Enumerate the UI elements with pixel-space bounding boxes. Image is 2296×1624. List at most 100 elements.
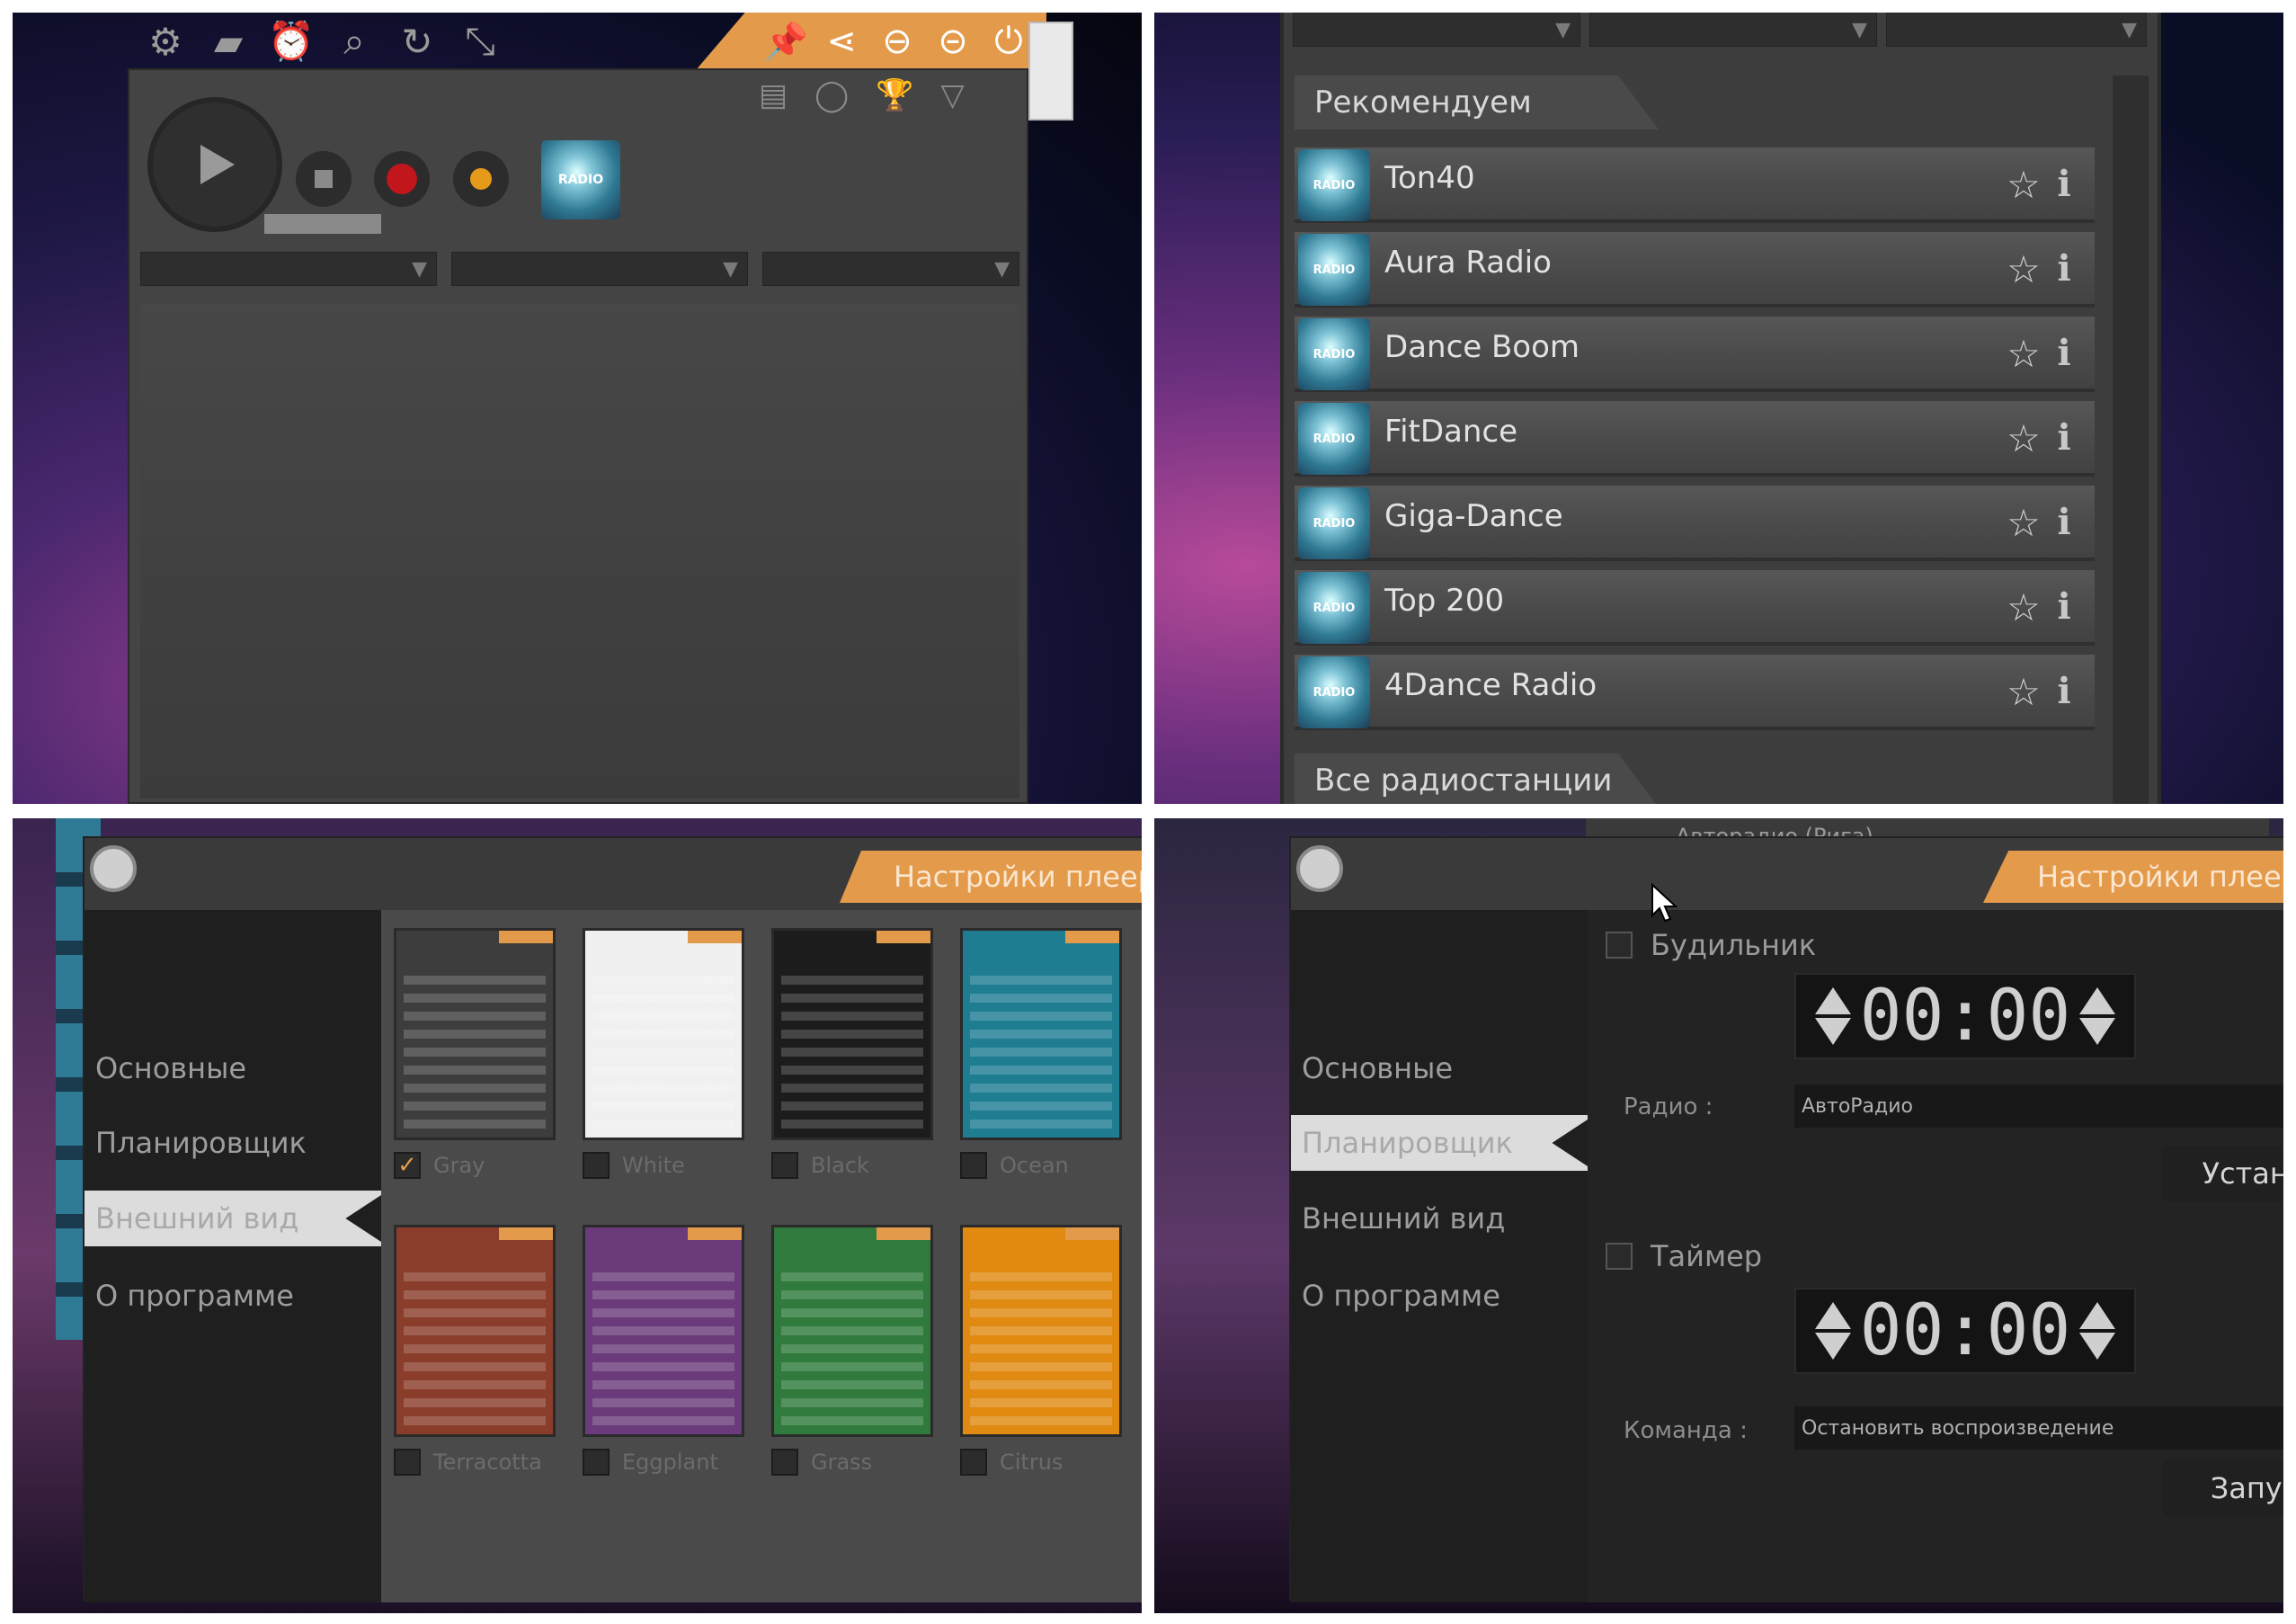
- minimize-icon[interactable]: ⊖: [874, 18, 921, 65]
- skin-option[interactable]: ✓ Gray: [394, 1147, 485, 1183]
- chat-icon[interactable]: ◯: [814, 77, 849, 113]
- sidebar-item-appearance[interactable]: Внешний вид: [85, 1191, 381, 1246]
- skin-option[interactable]: Grass: [771, 1444, 872, 1480]
- timer-time-value[interactable]: 00:00: [1860, 1290, 2071, 1371]
- alarm-checkbox[interactable]: [1606, 932, 1633, 959]
- timer-hours-stepper[interactable]: [1814, 1302, 1851, 1360]
- skin-checkbox[interactable]: [960, 1449, 987, 1476]
- skin-preview[interactable]: [394, 1225, 556, 1437]
- info-icon[interactable]: ℹ: [2046, 584, 2082, 629]
- stop-button[interactable]: [296, 151, 352, 207]
- pin-icon[interactable]: 📌: [762, 18, 809, 65]
- skin-preview[interactable]: [771, 928, 933, 1140]
- sidebar-item-about[interactable]: О программе: [1291, 1268, 1588, 1324]
- skin-preview[interactable]: [394, 928, 556, 1140]
- skin-preview[interactable]: [960, 928, 1122, 1140]
- alarm-checkbox-row[interactable]: Будильник: [1606, 928, 1816, 962]
- alarm-time-value[interactable]: 00:00: [1860, 976, 2071, 1057]
- favorite-button[interactable]: [453, 151, 509, 207]
- country-dropdown[interactable]: ▼: [451, 252, 748, 286]
- star-icon[interactable]: ☆: [2001, 669, 2046, 714]
- play-button[interactable]: [147, 97, 282, 232]
- timer-checkbox-row[interactable]: Таймер: [1606, 1239, 1762, 1273]
- skin-option[interactable]: Eggplant: [583, 1444, 718, 1480]
- equalizer-icon[interactable]: ▤: [759, 77, 788, 113]
- app-logo-icon: [90, 845, 137, 892]
- station-row[interactable]: RADIO Giga-Dance ☆ ℹ: [1295, 486, 2095, 561]
- star-icon[interactable]: ☆: [2001, 415, 2046, 460]
- station-row[interactable]: RADIO 4Dance Radio ☆ ℹ: [1295, 655, 2095, 730]
- power-icon[interactable]: ⏻: [985, 18, 1032, 65]
- genre-dropdown[interactable]: ▼: [1293, 13, 1580, 47]
- skin-checkbox[interactable]: [771, 1449, 798, 1476]
- info-icon[interactable]: ℹ: [2046, 331, 2082, 376]
- refresh-icon[interactable]: ↻: [394, 18, 441, 65]
- star-icon[interactable]: ☆: [2001, 331, 2046, 376]
- skin-preview[interactable]: [771, 1225, 933, 1437]
- star-icon[interactable]: ☆: [2001, 584, 2046, 629]
- sort-dropdown[interactable]: ▼: [1886, 13, 2147, 47]
- command-select[interactable]: Остановить воспроизведение: [1794, 1406, 2283, 1450]
- skin-checkbox[interactable]: [583, 1152, 610, 1179]
- sidebar-item-appearance[interactable]: Внешний вид: [1291, 1191, 1588, 1246]
- genre-dropdown[interactable]: ▼: [140, 252, 437, 286]
- station-row[interactable]: RADIO Top 200 ☆ ℹ: [1295, 570, 2095, 646]
- skin-checkbox[interactable]: [771, 1152, 798, 1179]
- sort-dropdown[interactable]: ▼: [762, 252, 1019, 286]
- sidebar-item-basic[interactable]: Основные: [85, 1040, 381, 1096]
- skin-option[interactable]: Ocean: [960, 1147, 1069, 1183]
- trophy-icon[interactable]: 🏆: [876, 77, 913, 113]
- skin-checkbox[interactable]: [960, 1152, 987, 1179]
- info-icon[interactable]: ℹ: [2046, 246, 2082, 291]
- settings-sidebar: Основные Планировщик Внешний вид О прогр…: [1291, 910, 1588, 1602]
- gear-icon[interactable]: ⚙: [142, 18, 189, 65]
- info-icon[interactable]: ℹ: [2046, 669, 2082, 714]
- radio-select[interactable]: АвтоРадио: [1794, 1084, 2283, 1128]
- timer-minutes-stepper[interactable]: [2079, 1302, 2116, 1360]
- station-row[interactable]: RADIO Aura Radio ☆ ℹ: [1295, 232, 2095, 308]
- alarm-minutes-stepper[interactable]: [2079, 987, 2116, 1045]
- timer-checkbox[interactable]: [1606, 1243, 1633, 1270]
- sidebar-item-basic[interactable]: Основные: [1291, 1040, 1588, 1096]
- all-stations-header: Все радиостанции: [1295, 754, 2104, 804]
- search-icon[interactable]: ⌕: [331, 18, 378, 65]
- alarm-clock-icon[interactable]: ⏰: [268, 18, 315, 65]
- country-dropdown[interactable]: ▼: [1589, 13, 1877, 47]
- record-button[interactable]: [374, 151, 430, 207]
- station-row[interactable]: RADIO Dance Boom ☆ ℹ: [1295, 317, 2095, 392]
- filter-icon[interactable]: ▽: [941, 77, 965, 113]
- dialog-header: Настройки плеера: [1291, 838, 2283, 910]
- station-row[interactable]: RADIO FitDance ☆ ℹ: [1295, 401, 2095, 477]
- scrollbar[interactable]: [2113, 76, 2149, 804]
- skin-checkbox[interactable]: ✓: [394, 1152, 421, 1179]
- skin-preview[interactable]: [583, 928, 744, 1140]
- restore-icon[interactable]: ⊝: [930, 18, 976, 65]
- info-icon[interactable]: ℹ: [2046, 415, 2082, 460]
- alarm-time-picker[interactable]: 00:00: [1794, 973, 2136, 1059]
- star-icon[interactable]: ☆: [2001, 500, 2046, 545]
- sidebar-item-about[interactable]: О программе: [85, 1268, 381, 1324]
- skin-preview[interactable]: [960, 1225, 1122, 1437]
- sidebar-item-scheduler[interactable]: Планировщик: [85, 1115, 381, 1171]
- skin-option[interactable]: White: [583, 1147, 685, 1183]
- timer-time-picker[interactable]: 00:00: [1794, 1288, 2136, 1374]
- set-alarm-button[interactable]: Установить: [2163, 1146, 2283, 1201]
- skin-option[interactable]: Citrus: [960, 1444, 1063, 1480]
- folder-icon[interactable]: ▰: [205, 18, 252, 65]
- station-row[interactable]: RADIO Ton40 ☆ ℹ: [1295, 147, 2095, 223]
- skin-option[interactable]: Black: [771, 1147, 869, 1183]
- sidebar-item-scheduler[interactable]: Планировщик: [1291, 1115, 1588, 1171]
- skin-preview[interactable]: [583, 1225, 744, 1437]
- share-icon[interactable]: ⋖: [818, 18, 865, 65]
- skin-checkbox[interactable]: [394, 1449, 421, 1476]
- skin-option[interactable]: Terracotta: [394, 1444, 542, 1480]
- start-timer-button[interactable]: Запустить: [2163, 1460, 2283, 1516]
- skin-checkbox[interactable]: [583, 1449, 610, 1476]
- info-icon[interactable]: ℹ: [2046, 500, 2082, 545]
- info-icon[interactable]: ℹ: [2046, 162, 2082, 207]
- star-icon[interactable]: ☆: [2001, 162, 2046, 207]
- resize-icon[interactable]: ⤡: [457, 18, 503, 65]
- alarm-hours-stepper[interactable]: [1814, 987, 1851, 1045]
- volume-slider[interactable]: [264, 214, 381, 234]
- star-icon[interactable]: ☆: [2001, 246, 2046, 291]
